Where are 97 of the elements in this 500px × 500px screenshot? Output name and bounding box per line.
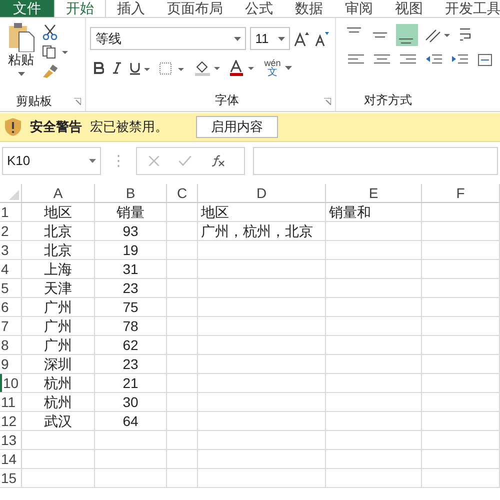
- caret-icon[interactable]: [234, 36, 242, 40]
- ribbon-tab[interactable]: 数据: [284, 0, 334, 17]
- italic-icon[interactable]: [113, 62, 122, 74]
- column-header[interactable]: D: [198, 184, 326, 202]
- group-label: 对齐方式: [364, 92, 412, 109]
- table-cell: 销量和: [326, 203, 422, 221]
- table-cell: 广州，杭州，北京: [198, 222, 326, 240]
- merge-center-icon[interactable]: [478, 54, 492, 66]
- row-header[interactable]: 7: [0, 317, 22, 335]
- shrink-font-icon[interactable]: [314, 30, 330, 46]
- row-header[interactable]: 8: [0, 336, 22, 354]
- table-cell: 天津: [22, 279, 95, 297]
- paste-label[interactable]: 粘贴: [8, 52, 34, 68]
- table-cell: 广州: [22, 317, 95, 335]
- scissors-icon[interactable]: [42, 24, 58, 40]
- table-cell: 30: [95, 393, 167, 411]
- caret-icon[interactable]: [18, 72, 24, 76]
- group-label: 剪贴板: [16, 93, 52, 110]
- file-tab[interactable]: 文件: [0, 0, 54, 17]
- row-header[interactable]: 10: [0, 374, 22, 392]
- security-warning-title: 安全警告: [30, 118, 82, 136]
- table-cell: 北京: [22, 241, 95, 259]
- row-header[interactable]: 13: [0, 431, 22, 449]
- row-header[interactable]: 5: [0, 279, 22, 297]
- dialog-launcher-icon[interactable]: [324, 98, 331, 105]
- fill-color-icon[interactable]: [194, 60, 220, 76]
- enable-content-button[interactable]: 启用内容: [196, 116, 278, 138]
- table-cell: 78: [95, 317, 167, 335]
- table-cell: 销量: [95, 203, 167, 221]
- dialog-launcher-icon[interactable]: [74, 98, 82, 104]
- table-cell: 北京: [22, 222, 95, 240]
- row-header[interactable]: 12: [0, 412, 22, 430]
- font-size-field[interactable]: 11: [250, 27, 290, 50]
- row-header[interactable]: 14: [0, 450, 22, 468]
- ribbon-tab[interactable]: 开始: [54, 0, 106, 17]
- table-cell: 杭州: [22, 374, 95, 392]
- align-left-icon[interactable]: [348, 54, 364, 66]
- function-icon[interactable]: [211, 155, 225, 167]
- copy-icon[interactable]: [42, 45, 68, 59]
- font-name-field[interactable]: 等线: [90, 27, 246, 50]
- ribbon-tab[interactable]: 视图: [384, 0, 434, 17]
- row-header[interactable]: 1: [0, 203, 22, 221]
- column-header[interactable]: B: [95, 184, 167, 202]
- table-cell: 64: [95, 412, 167, 430]
- table-cell: 23: [95, 279, 167, 297]
- bottom-align-icon[interactable]: [396, 24, 418, 46]
- table-cell: 75: [95, 298, 167, 316]
- row-header[interactable]: 11: [0, 393, 22, 411]
- caret-icon[interactable]: [89, 159, 96, 163]
- caret-icon[interactable]: [278, 36, 286, 40]
- row-header[interactable]: 2: [0, 222, 22, 240]
- grow-font-icon[interactable]: [294, 30, 310, 46]
- row-header[interactable]: 15: [0, 469, 22, 487]
- table-cell: 19: [95, 241, 167, 259]
- decrease-indent-icon[interactable]: [426, 54, 442, 66]
- table-cell: 21: [95, 374, 167, 392]
- table-cell: 地区: [22, 203, 95, 221]
- table-cell: 地区: [198, 203, 326, 221]
- underline-icon[interactable]: [130, 62, 150, 74]
- security-warning-message: 宏已被禁用。: [90, 118, 168, 136]
- caret-icon[interactable]: [284, 66, 292, 70]
- table-cell: 武汉: [22, 412, 95, 430]
- row-header[interactable]: 9: [0, 355, 22, 373]
- format-painter-icon[interactable]: [42, 64, 58, 78]
- table-cell: 深圳: [22, 355, 95, 373]
- group-label: 字体: [215, 92, 240, 109]
- row-header[interactable]: 4: [0, 260, 22, 278]
- table-cell: 广州: [22, 336, 95, 354]
- column-header[interactable]: E: [326, 184, 422, 202]
- row-header[interactable]: 6: [0, 298, 22, 316]
- phonetic-guide-button[interactable]: wén 文: [264, 59, 292, 77]
- warning-shield-icon: [4, 117, 22, 137]
- font-color-icon[interactable]: [229, 60, 256, 76]
- ribbon-tab[interactable]: 审阅: [334, 0, 384, 17]
- table-cell: 93: [95, 222, 167, 240]
- borders-icon[interactable]: [159, 62, 186, 74]
- table-cell: 31: [95, 260, 167, 278]
- column-header[interactable]: F: [422, 184, 500, 202]
- row-header[interactable]: 3: [0, 241, 22, 259]
- align-center-icon[interactable]: [374, 54, 390, 66]
- ribbon-tab[interactable]: 页面布局: [156, 0, 234, 17]
- check-icon[interactable]: [179, 156, 191, 166]
- ribbon-tab[interactable]: 插入: [106, 0, 156, 17]
- formula-input[interactable]: [253, 147, 498, 175]
- bold-icon[interactable]: [94, 62, 104, 74]
- ribbon-tab[interactable]: 公式: [234, 0, 284, 17]
- table-cell: 杭州: [22, 393, 95, 411]
- table-cell: 上海: [22, 260, 95, 278]
- table-cell: 23: [95, 355, 167, 373]
- align-right-icon[interactable]: [400, 54, 416, 66]
- column-header[interactable]: C: [167, 184, 198, 202]
- paste-icon[interactable]: [7, 22, 35, 52]
- table-cell: 62: [95, 336, 167, 354]
- column-header[interactable]: A: [22, 184, 95, 202]
- increase-indent-icon[interactable]: [452, 54, 468, 66]
- name-box[interactable]: K10: [2, 147, 101, 175]
- table-cell: 广州: [22, 298, 95, 316]
